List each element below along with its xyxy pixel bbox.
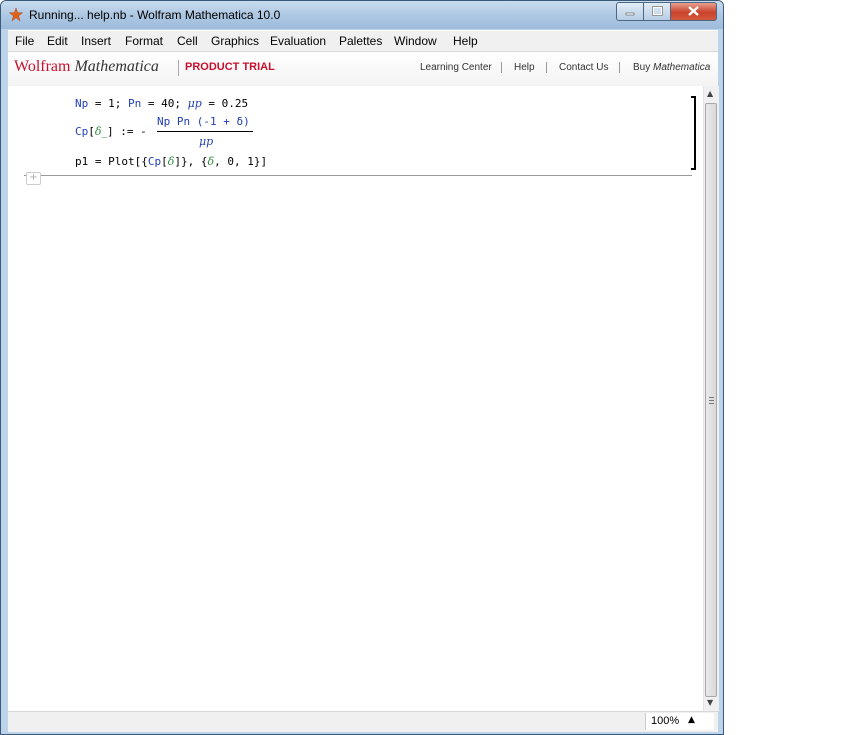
link-separator — [546, 62, 547, 73]
pattern-delta: δ_ — [94, 125, 107, 138]
menu-bar: File Edit Insert Format Cell Graphics Ev… — [8, 30, 718, 51]
code-text: [ — [161, 155, 168, 168]
grip-icon — [709, 400, 714, 401]
input-line-1[interactable]: Np = 1; Pn = 40; μp = 0.25 — [75, 97, 248, 110]
menu-file[interactable]: File — [15, 34, 34, 48]
status-bar: 100% ▲ — [8, 711, 718, 732]
menu-graphics[interactable]: Graphics — [211, 34, 259, 48]
symbol-cp: Cp — [147, 155, 162, 168]
input-line-2[interactable]: Cp[δ_] := - — [75, 125, 147, 138]
code-text: ]}, { — [174, 155, 208, 168]
fraction-bar — [157, 131, 253, 132]
maximize-button[interactable] — [643, 2, 671, 21]
fraction-denominator: μp — [199, 135, 213, 148]
menu-insert[interactable]: Insert — [81, 34, 111, 48]
cell-insert-plus-icon[interactable]: + — [26, 172, 41, 185]
cell-insertion-line — [24, 175, 692, 176]
zoom-control[interactable]: 100% ▲ — [645, 713, 714, 730]
minimize-icon — [625, 12, 635, 16]
link-separator — [619, 62, 620, 73]
contact-us-link[interactable]: Contact Us — [559, 62, 608, 73]
code-text: ] := - — [107, 125, 147, 138]
numerator-text: Np Pn (-1 + δ) — [157, 115, 250, 128]
code-text: = 0.25 — [201, 97, 249, 110]
mathematica-star-icon — [9, 8, 23, 22]
fraction-numerator: Np Pn (-1 + δ) — [157, 115, 250, 128]
symbol-pn: Pn — [128, 97, 142, 110]
zoom-level: 100% — [651, 715, 680, 727]
code-text: = Plot[{ — [88, 155, 148, 168]
close-button[interactable] — [670, 2, 717, 21]
cell-bracket[interactable] — [691, 96, 696, 170]
symbol-p1: p1 — [75, 155, 89, 168]
code-text: , 0, 1}] — [214, 155, 268, 168]
scroll-down-arrow-icon[interactable]: ▼ — [707, 698, 713, 707]
menu-format[interactable]: Format — [125, 34, 163, 48]
menu-evaluation[interactable]: Evaluation — [270, 34, 326, 48]
mathematica-window: Running... help.nb - Wolfram Mathematica… — [0, 0, 724, 735]
grip-icon — [709, 403, 714, 404]
vertical-scrollbar[interactable]: ▲ ▼ — [703, 86, 719, 711]
symbol-np: Np — [75, 97, 89, 110]
denominator-text: μp — [199, 135, 214, 148]
product-banner: Wolfram Mathematica PRODUCT TRIAL Learni… — [8, 51, 718, 87]
notebook-area[interactable]: Np = 1; Pn = 40; μp = 0.25 Cp[δ_] := - N… — [8, 86, 703, 711]
symbol-mup: μp — [187, 97, 202, 110]
code-text: = 1; — [88, 97, 128, 110]
window-title: Running... help.nb - Wolfram Mathematica… — [29, 8, 281, 22]
close-icon — [688, 6, 699, 16]
product-trial-label: PRODUCT TRIAL — [185, 61, 275, 73]
input-line-3[interactable]: p1 = Plot[{Cp[δ]}, {δ, 0, 1}] — [75, 155, 267, 168]
minimize-button[interactable] — [616, 2, 644, 21]
menu-palettes[interactable]: Palettes — [339, 34, 382, 48]
learning-center-link[interactable]: Learning Center — [420, 62, 492, 73]
buy-mathematica-link[interactable]: Buy Mathematica — [633, 62, 710, 73]
symbol-cp: Cp — [75, 125, 89, 138]
menu-window[interactable]: Window — [394, 34, 437, 48]
scroll-up-arrow-icon[interactable]: ▲ — [707, 89, 713, 98]
menu-edit[interactable]: Edit — [47, 34, 68, 48]
wolfram-mathematica-logo: Wolfram Mathematica — [14, 58, 159, 75]
help-link[interactable]: Help — [514, 62, 535, 73]
code-text: [ — [88, 125, 95, 138]
menu-help[interactable]: Help — [453, 34, 478, 48]
zoom-up-arrow-icon[interactable]: ▲ — [688, 715, 695, 725]
menu-cell[interactable]: Cell — [177, 34, 198, 48]
banner-divider — [178, 60, 179, 76]
code-text: = 40; — [141, 97, 188, 110]
scrollbar-thumb[interactable] — [705, 103, 717, 697]
link-separator — [501, 62, 502, 73]
title-bar[interactable]: Running... help.nb - Wolfram Mathematica… — [1, 1, 723, 29]
maximize-icon — [652, 6, 663, 16]
grip-icon — [709, 397, 714, 398]
